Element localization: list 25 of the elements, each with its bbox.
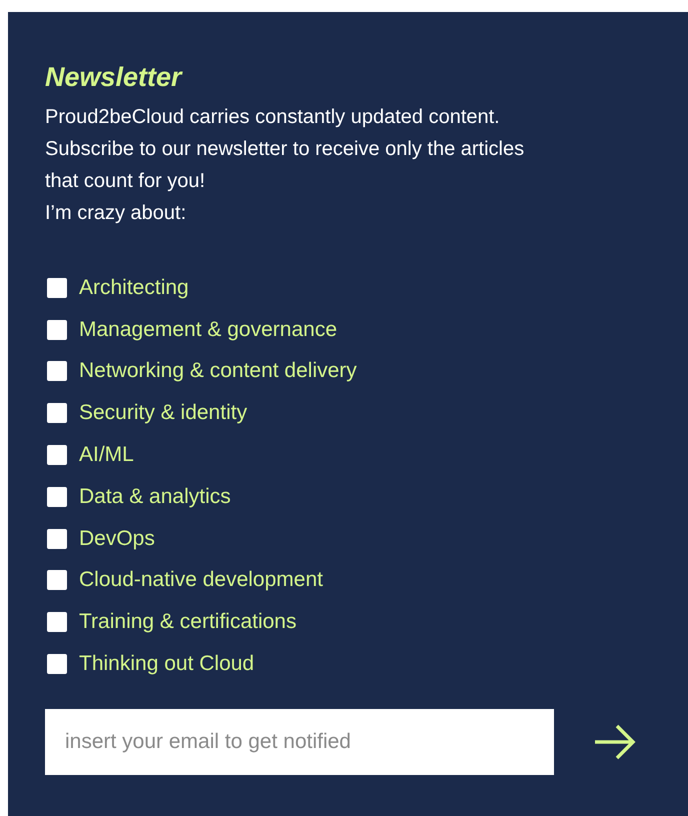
checkbox[interactable] — [47, 528, 67, 549]
checkbox[interactable] — [47, 654, 67, 674]
checkbox[interactable] — [47, 612, 67, 632]
topics-prompt: I’m crazy about: — [45, 201, 188, 226]
checkbox[interactable] — [47, 278, 67, 298]
topic-label[interactable]: Security & identity — [79, 401, 248, 426]
topic-label[interactable]: AI/ML — [79, 443, 134, 468]
topic-label[interactable]: DevOps — [79, 526, 155, 551]
arrow-right-icon[interactable] — [594, 724, 636, 760]
checkbox[interactable] — [47, 486, 67, 507]
email-field[interactable]: insert your email to get notified — [45, 708, 554, 775]
checkbox[interactable] — [47, 361, 67, 382]
topic-label[interactable]: Training & certifications — [79, 610, 296, 634]
topic-label[interactable]: Management & governance — [79, 318, 337, 342]
newsletter-title: Newsletter — [45, 62, 184, 93]
checkbox[interactable] — [47, 445, 67, 466]
intro-text: Proud2beCloud carries constantly updated content. Subscribe to our newsletter to receive only the articles that count for you! — [45, 105, 526, 194]
topic-label[interactable]: Networking & content delivery — [79, 359, 357, 384]
topic-label[interactable]: Cloud-native development — [79, 568, 323, 592]
topic-label[interactable]: Data & analytics — [79, 484, 231, 509]
topic-label[interactable]: Thinking out Cloud — [79, 652, 254, 676]
checkbox[interactable] — [47, 320, 67, 340]
checkbox[interactable] — [47, 570, 67, 590]
checkbox[interactable] — [47, 403, 67, 424]
topic-label[interactable]: Architecting — [79, 276, 189, 300]
